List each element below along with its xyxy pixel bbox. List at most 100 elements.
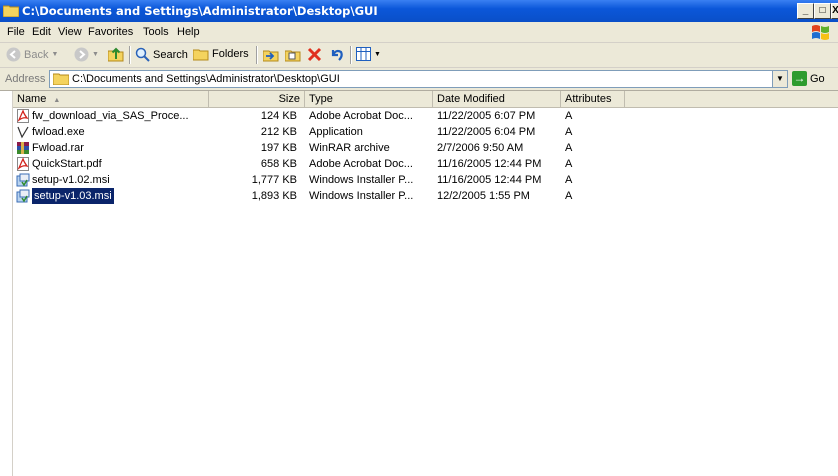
delete-button[interactable] — [307, 47, 322, 62]
menu-view[interactable]: View — [58, 26, 82, 38]
menu-favorites[interactable]: Favorites — [88, 26, 133, 38]
file-attributes: A — [565, 126, 573, 138]
file-date-modified: 2/7/2006 9:50 AM — [437, 142, 524, 154]
column-header-name[interactable]: Name ▲ — [13, 91, 209, 107]
file-date-modified: 12/2/2005 1:55 PM — [437, 190, 530, 202]
file-date-modified: 11/16/2005 12:44 PM — [437, 158, 542, 170]
toolbar-separator — [129, 46, 131, 64]
file-size: 1,777 KB — [251, 174, 297, 186]
file-row[interactable]: setup-v1.03.msi 1,893 KB Windows Installer… — [13, 188, 838, 204]
up-folder-button[interactable] — [108, 47, 124, 62]
toolbar-separator — [256, 46, 258, 64]
address-value: C:\Documents and Settings\Administrator\… — [72, 73, 340, 85]
folder-icon — [3, 5, 19, 17]
forward-button[interactable]: ▼ — [74, 47, 99, 62]
file-name: QuickStart.pdf — [32, 158, 102, 170]
windows-logo-icon — [812, 25, 829, 40]
pdf-icon — [17, 109, 29, 123]
file-type: Adobe Acrobat Doc... — [309, 110, 413, 122]
file-row[interactable]: Fwload.rar 197 KB WinRAR archive 2/7/2006 9… — [13, 140, 838, 156]
title-bar: C:\Documents and Settings\Administrator\… — [0, 0, 838, 22]
search-button[interactable]: Search — [135, 47, 188, 62]
toolbar-separator — [350, 46, 352, 64]
file-type: Application — [309, 126, 363, 138]
views-icon — [356, 47, 371, 61]
sort-ascending-icon: ▲ — [53, 97, 61, 104]
search-icon — [135, 47, 150, 62]
file-name: fw_download_via_SAS_Proce... — [32, 110, 189, 122]
copy-to-icon — [285, 50, 301, 62]
forward-dropdown-icon[interactable]: ▼ — [92, 51, 99, 58]
menu-tools[interactable]: Tools — [143, 26, 169, 38]
copy-to-button[interactable] — [285, 47, 301, 62]
folders-icon — [193, 49, 209, 61]
file-name: fwload.exe — [32, 126, 85, 138]
up-folder-icon — [108, 47, 124, 62]
file-row[interactable]: QuickStart.pdf 658 KB Adobe Acrobat Doc...… — [13, 156, 838, 172]
rar-icon — [17, 142, 29, 154]
toolbar: Back ▼ ▼ Search Folders ▼ — [0, 43, 838, 68]
views-dropdown-icon[interactable]: ▼ — [374, 51, 381, 58]
file-size: 197 KB — [260, 142, 297, 154]
file-name: Fwload.rar — [32, 142, 84, 154]
folder-icon — [53, 73, 69, 85]
address-input[interactable]: C:\Documents and Settings\Administrator\… — [49, 70, 788, 88]
views-button[interactable]: ▼ — [356, 47, 381, 61]
search-label: Search — [153, 48, 188, 61]
column-header-row: Name ▲ Size Type Date Modified Attribute… — [13, 91, 838, 108]
go-button[interactable]: → Go — [792, 71, 825, 86]
exe-icon — [17, 126, 29, 139]
undo-icon — [331, 49, 343, 61]
delete-icon — [307, 47, 322, 62]
menu-bar: File Edit View Favorites Tools Help — [0, 22, 838, 43]
maximize-button[interactable]: □ — [814, 3, 831, 19]
menu-file[interactable]: File — [7, 26, 25, 38]
back-label: Back — [24, 48, 49, 61]
file-name: setup-v1.02.msi — [32, 174, 110, 186]
file-attributes: A — [565, 142, 573, 154]
go-label: Go — [810, 72, 825, 85]
file-size: 658 KB — [260, 158, 297, 170]
file-row[interactable]: setup-v1.02.msi 1,777 KB Windows Installer… — [13, 172, 838, 188]
file-name: setup-v1.03.msi — [32, 188, 114, 204]
address-bar: Address C:\Documents and Settings\Admini… — [0, 68, 838, 91]
file-list[interactable]: Name ▲ Size Type Date Modified Attribute… — [12, 91, 838, 476]
close-button[interactable]: X — [831, 3, 838, 19]
file-date-modified: 11/22/2005 6:07 PM — [437, 110, 536, 122]
menu-help[interactable]: Help — [177, 26, 200, 38]
msi-icon — [16, 189, 30, 203]
window-title: C:\Documents and Settings\Administrator\… — [22, 4, 378, 18]
forward-arrow-icon — [74, 47, 89, 62]
file-type: Windows Installer P... — [309, 174, 414, 186]
go-arrow-icon: → — [792, 71, 807, 86]
address-dropdown-icon[interactable]: ▼ — [772, 71, 787, 87]
file-type: Adobe Acrobat Doc... — [309, 158, 413, 170]
folders-label: Folders — [212, 48, 249, 60]
msi-icon — [16, 173, 30, 187]
move-to-button[interactable] — [263, 47, 279, 62]
menu-edit[interactable]: Edit — [32, 26, 51, 38]
back-dropdown-icon[interactable]: ▼ — [51, 51, 58, 58]
back-button[interactable]: Back ▼ — [6, 47, 58, 62]
move-to-icon — [263, 50, 279, 62]
file-size: 1,893 KB — [251, 190, 297, 202]
folders-button[interactable]: Folders — [193, 47, 249, 61]
file-attributes: A — [565, 158, 573, 170]
file-attributes: A — [565, 110, 573, 122]
column-header-size[interactable]: Size — [209, 91, 305, 107]
column-header-attributes[interactable]: Attributes — [561, 91, 625, 107]
column-header-date[interactable]: Date Modified — [433, 91, 561, 107]
file-date-modified: 11/22/2005 6:04 PM — [437, 126, 536, 138]
address-label: Address — [5, 73, 46, 85]
file-row[interactable]: fwload.exe 212 KB Application 11/22/2005 6:… — [13, 124, 838, 140]
minimize-button[interactable]: _ — [797, 3, 814, 19]
column-header-type[interactable]: Type — [305, 91, 433, 107]
file-size: 212 KB — [260, 126, 297, 138]
back-arrow-icon — [6, 47, 21, 62]
undo-button[interactable] — [329, 47, 344, 62]
pdf-icon — [17, 157, 29, 171]
file-attributes: A — [565, 190, 573, 202]
file-type: Windows Installer P... — [309, 190, 414, 202]
file-attributes: A — [565, 174, 573, 186]
file-row[interactable]: fw_download_via_SAS_Proce... 124 KB Adobe … — [13, 108, 838, 124]
